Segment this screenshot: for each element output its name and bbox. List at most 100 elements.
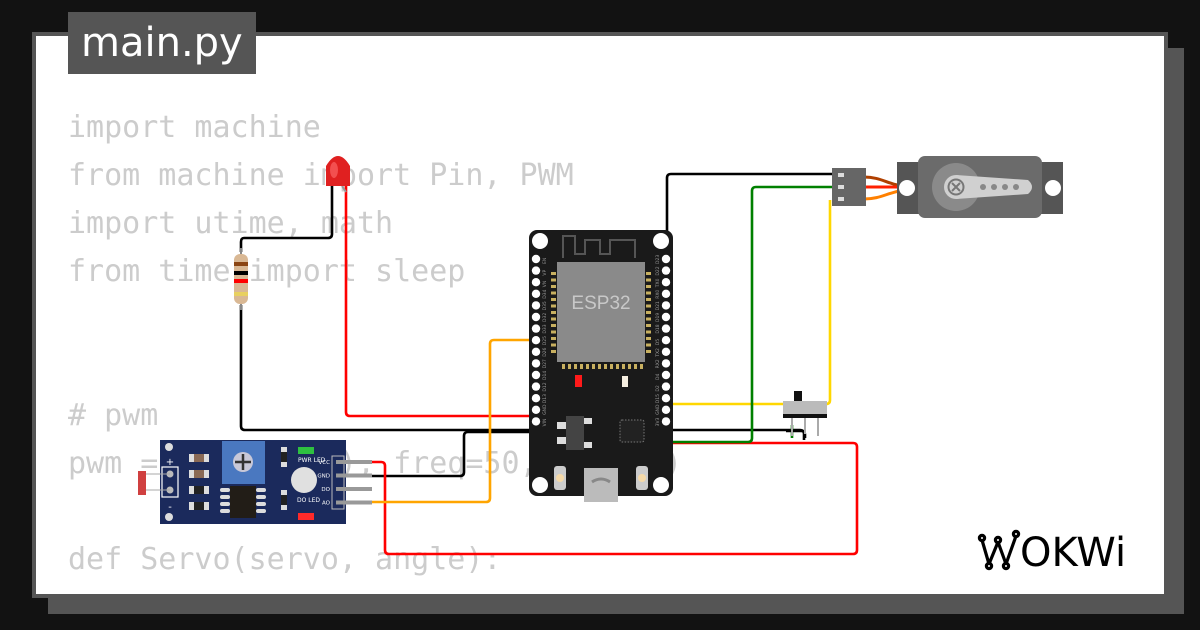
chip-pad <box>646 324 651 327</box>
connector-pin <box>838 185 844 189</box>
sensor-pin-ao[interactable] <box>336 500 372 505</box>
chip-pad <box>551 330 556 334</box>
sensor-pin-do[interactable] <box>336 487 372 491</box>
esp32-pin-d21[interactable] <box>661 301 671 310</box>
chip-pad <box>574 364 577 369</box>
esp32-pin-label: D35 <box>542 301 548 310</box>
esp32-pin-tx0[interactable] <box>661 278 671 287</box>
plus-label: + <box>166 457 174 468</box>
sensor-pin-gnd[interactable] <box>336 473 372 478</box>
esp32-pin-d13[interactable] <box>531 394 541 403</box>
chip-pad <box>562 364 565 369</box>
wire-led-d13[interactable] <box>344 184 536 418</box>
esp32-pin-d18[interactable] <box>661 324 671 333</box>
esp32-pin-en[interactable] <box>531 254 541 264</box>
wire-resistor-gnd[interactable] <box>239 305 806 440</box>
esp32-pin-d12[interactable] <box>531 382 541 391</box>
connector-pin <box>838 173 844 177</box>
chip-pad <box>551 285 556 288</box>
light-sensor-module[interactable]: + - PWR LED DO LED VCCGNDDOAO <box>138 440 372 524</box>
sensor-pin-vcc[interactable] <box>336 460 372 464</box>
esp32-pin-label: D34 <box>542 289 548 298</box>
smd-resistor-body <box>194 454 204 462</box>
chip-pad <box>551 278 556 282</box>
esp32-pin-gnd[interactable] <box>661 405 671 414</box>
connector-pin <box>838 197 844 201</box>
wire-led-resistor[interactable] <box>239 178 334 252</box>
esp32-pin-rx0[interactable] <box>661 289 671 298</box>
mounting-hole <box>653 477 669 493</box>
esp32-pin-label: D2 <box>655 385 661 391</box>
wire-servo-signal[interactable] <box>667 200 832 406</box>
esp32-pin-vin[interactable] <box>531 417 541 426</box>
esp32-pin-d27[interactable] <box>531 359 541 368</box>
chip-pad <box>551 350 556 353</box>
chip-pad <box>646 330 651 334</box>
esp32-pin-vn[interactable] <box>531 278 541 287</box>
esp32-pin-label: VN <box>542 281 548 287</box>
chip-pad <box>598 364 601 369</box>
esp32-pin-3v3[interactable] <box>661 417 671 426</box>
esp32-pin-d35[interactable] <box>531 301 541 310</box>
esp32-pin-d23[interactable] <box>661 254 671 264</box>
esp32-pin-d2[interactable] <box>661 382 671 391</box>
led-highlight <box>330 162 338 178</box>
esp32-pin-d32[interactable] <box>531 312 541 322</box>
photoresistor[interactable] <box>138 471 146 495</box>
chip-pad <box>551 317 556 321</box>
esp32-pin-label: D26 <box>542 347 548 356</box>
esp32-pin-label: D19 <box>655 313 661 322</box>
esp32-pin-vp[interactable] <box>531 266 541 275</box>
chip-pad <box>592 364 595 369</box>
voltage-regulator <box>566 416 584 450</box>
resistor[interactable] <box>234 248 248 310</box>
esp32-pin-label: D27 <box>542 359 548 368</box>
esp32-pin-label: RX2 <box>655 359 661 368</box>
smd-capacitor-body <box>194 486 204 494</box>
sensor-pin-label: GND <box>317 474 330 480</box>
esp32-pin-label: D12 <box>542 382 548 391</box>
esp32-pin-d14[interactable] <box>531 370 541 380</box>
esp32-pin-label: RX0 <box>655 290 661 299</box>
file-tab[interactable]: main.py <box>68 12 256 74</box>
smd-part-body <box>281 495 287 505</box>
chip-pad <box>586 364 589 369</box>
header-right: D23 D22 TX0 RX0 D21 D19 D18 D5 TX2RX2 D4 D2 D15GND 3… <box>655 254 671 426</box>
esp32-pin-d5[interactable] <box>661 336 671 345</box>
chip-pad <box>646 278 651 282</box>
esp32-pin-label: D14 <box>542 371 548 380</box>
regulator-pin <box>584 442 592 448</box>
esp32-pin-d15[interactable] <box>661 394 671 403</box>
esp32-pin-d33[interactable] <box>531 324 541 333</box>
esp32-pin-d26[interactable] <box>531 347 541 356</box>
esp32-pin-d22[interactable] <box>661 266 671 275</box>
esp32-pin-d4[interactable] <box>661 370 671 380</box>
esp32-pin-label: TX2 <box>655 348 661 358</box>
usb-port <box>584 468 618 502</box>
pwr-led <box>298 447 314 454</box>
chip-pad <box>551 324 556 327</box>
wire-sensor-ao[interactable] <box>372 338 536 504</box>
servo-motor[interactable] <box>832 156 1063 218</box>
en-button-cap <box>556 474 564 482</box>
esp32-pin-d34[interactable] <box>531 289 541 298</box>
led-body <box>326 156 350 186</box>
chip-pad <box>646 311 651 314</box>
chip-pad <box>551 311 556 314</box>
esp32-board[interactable]: ESP32 EN VP VN D34 D35 D32 D33 D25 D26 D27 D14 D12 D… <box>529 230 673 502</box>
esp32-pin-d25[interactable] <box>531 336 541 345</box>
servo-connector <box>832 168 866 206</box>
resistor-band <box>234 279 248 283</box>
esp32-pin-rx2[interactable] <box>661 359 671 368</box>
esp32-pin-d19[interactable] <box>661 312 671 322</box>
resistor-band <box>234 271 248 275</box>
esp32-pin-gnd[interactable] <box>531 405 541 414</box>
switch-knob[interactable] <box>794 391 802 401</box>
sensor-dome <box>291 467 317 493</box>
smd-part-body <box>281 452 287 462</box>
chip-pad <box>568 364 571 369</box>
mounting-hole <box>165 443 173 451</box>
wire-switch-black[interactable] <box>786 429 807 438</box>
esp32-pin-tx2[interactable] <box>661 347 671 356</box>
boot-button-cap <box>638 474 646 482</box>
